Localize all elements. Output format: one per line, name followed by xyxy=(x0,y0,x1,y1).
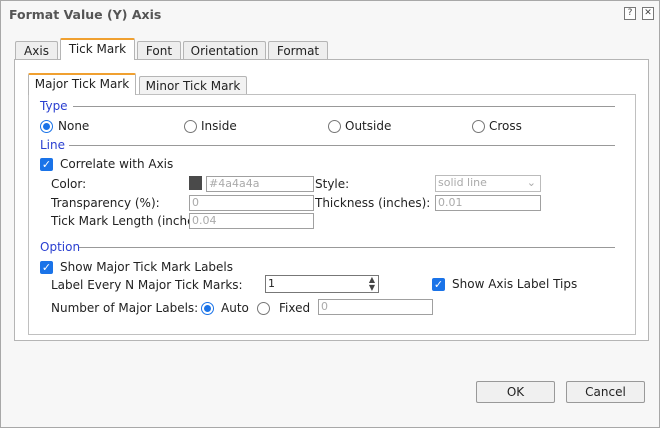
num-labels-label: Number of Major Labels: xyxy=(51,301,199,315)
radio-cross[interactable] xyxy=(472,120,485,133)
help-icon[interactable]: ? xyxy=(624,7,636,20)
tab-tick-mark[interactable]: Tick Mark xyxy=(60,38,135,60)
tips-label: Show Axis Label Tips xyxy=(452,277,578,291)
radio-fixed[interactable] xyxy=(257,302,270,315)
radio-none[interactable] xyxy=(40,120,53,133)
fixed-input[interactable]: 0 xyxy=(318,299,433,315)
length-input[interactable]: 0.04 xyxy=(189,213,314,229)
close-icon[interactable]: ✕ xyxy=(642,7,654,20)
subtab-major[interactable]: Major Tick Mark xyxy=(28,73,136,95)
color-swatch[interactable] xyxy=(189,176,202,190)
style-value: solid line xyxy=(438,176,487,189)
every-n-label: Label Every N Major Tick Marks: xyxy=(51,278,243,292)
radio-inside[interactable] xyxy=(184,120,197,133)
dialog-title: Format Value (Y) Axis xyxy=(9,7,162,22)
cancel-button[interactable]: Cancel xyxy=(566,381,645,403)
thickness-input[interactable]: 0.01 xyxy=(435,195,541,211)
length-label: Tick Mark Length (inches): xyxy=(51,214,210,228)
show-labels-checkbox[interactable]: ✓ xyxy=(40,261,53,274)
color-label: Color: xyxy=(51,177,87,191)
every-n-spinner[interactable]: 1 ▲ ▼ xyxy=(265,275,379,293)
ok-button[interactable]: OK xyxy=(476,381,555,403)
radio-auto[interactable] xyxy=(201,302,214,315)
correlate-label: Correlate with Axis xyxy=(60,157,174,171)
color-input[interactable]: #4a4a4a xyxy=(206,176,314,192)
radio-none-label: None xyxy=(58,119,90,133)
type-section-label: Type xyxy=(40,99,68,113)
style-label: Style: xyxy=(315,177,350,191)
radio-fixed-label: Fixed xyxy=(279,301,311,315)
option-section-label: Option xyxy=(40,240,81,254)
radio-cross-label: Cross xyxy=(489,119,522,133)
divider xyxy=(79,247,615,248)
transparency-label: Transparency (%): xyxy=(51,196,160,210)
line-section-label: Line xyxy=(40,138,66,152)
divider xyxy=(69,145,615,146)
divider xyxy=(73,106,615,107)
style-select[interactable]: solid line ⌄ xyxy=(435,175,541,192)
thickness-label: Thickness (inches): xyxy=(315,196,431,210)
show-labels-label: Show Major Tick Mark Labels xyxy=(60,260,234,274)
radio-auto-label: Auto xyxy=(221,301,249,315)
radio-outside[interactable] xyxy=(328,120,341,133)
radio-inside-label: Inside xyxy=(201,119,237,133)
spinner-arrows-icon[interactable]: ▲ ▼ xyxy=(369,276,375,292)
format-axis-dialog: Format Value (Y) Axis ? ✕ Axis Tick Mark… xyxy=(0,0,660,428)
chevron-down-icon: ⌄ xyxy=(526,176,536,189)
correlate-checkbox[interactable]: ✓ xyxy=(40,158,53,171)
radio-outside-label: Outside xyxy=(345,119,392,133)
every-n-value: 1 xyxy=(268,277,275,290)
tips-checkbox[interactable]: ✓ xyxy=(432,278,445,291)
transparency-input[interactable]: 0 xyxy=(189,195,314,211)
